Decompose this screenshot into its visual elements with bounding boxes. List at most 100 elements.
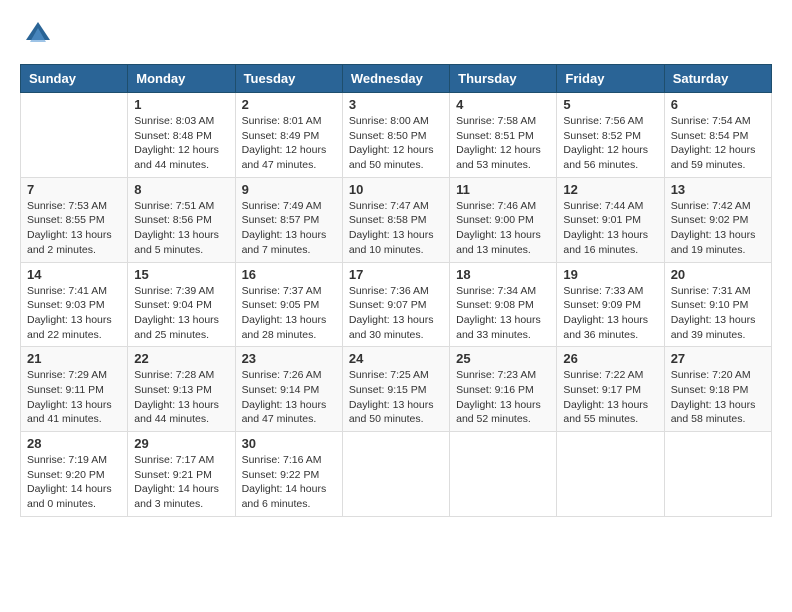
- day-info: Sunrise: 7:34 AMSunset: 9:08 PMDaylight:…: [456, 284, 550, 343]
- calendar-cell: 15 Sunrise: 7:39 AMSunset: 9:04 PMDayligh…: [128, 262, 235, 347]
- day-info: Sunrise: 7:58 AMSunset: 8:51 PMDaylight:…: [456, 114, 550, 173]
- page-header: [20, 20, 772, 48]
- day-number: 15: [134, 267, 228, 282]
- col-monday: Monday: [128, 65, 235, 93]
- day-number: 25: [456, 351, 550, 366]
- day-info: Sunrise: 7:29 AMSunset: 9:11 PMDaylight:…: [27, 368, 121, 427]
- day-number: 7: [27, 182, 121, 197]
- day-info: Sunrise: 7:44 AMSunset: 9:01 PMDaylight:…: [563, 199, 657, 258]
- day-number: 2: [242, 97, 336, 112]
- day-number: 5: [563, 97, 657, 112]
- calendar-cell: 1 Sunrise: 8:03 AMSunset: 8:48 PMDaylight…: [128, 93, 235, 178]
- day-info: Sunrise: 7:53 AMSunset: 8:55 PMDaylight:…: [27, 199, 121, 258]
- day-info: Sunrise: 7:39 AMSunset: 9:04 PMDaylight:…: [134, 284, 228, 343]
- day-number: 17: [349, 267, 443, 282]
- calendar-cell: 21Sunrise: 7:29 AMSunset: 9:11 PMDayligh…: [21, 347, 128, 432]
- day-number: 29: [134, 436, 228, 451]
- calendar-cell: [342, 432, 449, 517]
- day-info: Sunrise: 7:20 AMSunset: 9:18 PMDaylight:…: [671, 368, 765, 427]
- col-thursday: Thursday: [450, 65, 557, 93]
- calendar-cell: 29 Sunrise: 7:17 AMSunset: 9:21 PMDayligh…: [128, 432, 235, 517]
- calendar-cell: 6Sunrise: 7:54 AMSunset: 8:54 PMDaylight…: [664, 93, 771, 178]
- day-number: 3: [349, 97, 443, 112]
- day-info: Sunrise: 7:33 AMSunset: 9:09 PMDaylight:…: [563, 284, 657, 343]
- day-info: Sunrise: 7:25 AMSunset: 9:15 PMDaylight:…: [349, 368, 443, 427]
- calendar-cell: 9 Sunrise: 7:49 AMSunset: 8:57 PMDaylight…: [235, 177, 342, 262]
- day-info: Sunrise: 7:19 AMSunset: 9:20 PMDaylight:…: [27, 453, 121, 512]
- calendar-cell: 22 Sunrise: 7:28 AMSunset: 9:13 PMDayligh…: [128, 347, 235, 432]
- day-info: Sunrise: 7:37 AMSunset: 9:05 PMDaylight:…: [242, 284, 336, 343]
- calendar-body: 1 Sunrise: 8:03 AMSunset: 8:48 PMDaylight…: [21, 93, 772, 517]
- day-info: Sunrise: 7:23 AMSunset: 9:16 PMDaylight:…: [456, 368, 550, 427]
- calendar-cell: [450, 432, 557, 517]
- day-info: Sunrise: 7:16 AMSunset: 9:22 PMDaylight:…: [242, 453, 336, 512]
- day-number: 6: [671, 97, 765, 112]
- day-number: 19: [563, 267, 657, 282]
- day-number: 11: [456, 182, 550, 197]
- calendar-cell: 12 Sunrise: 7:44 AMSunset: 9:01 PMDayligh…: [557, 177, 664, 262]
- day-info: Sunrise: 8:03 AMSunset: 8:48 PMDaylight:…: [134, 114, 228, 173]
- calendar-cell: 16 Sunrise: 7:37 AMSunset: 9:05 PMDayligh…: [235, 262, 342, 347]
- calendar-cell: 11Sunrise: 7:46 AMSunset: 9:00 PMDayligh…: [450, 177, 557, 262]
- day-info: Sunrise: 7:47 AMSunset: 8:58 PMDaylight:…: [349, 199, 443, 258]
- day-number: 30: [242, 436, 336, 451]
- day-info: Sunrise: 7:49 AMSunset: 8:57 PMDaylight:…: [242, 199, 336, 258]
- calendar-cell: 5Sunrise: 7:56 AMSunset: 8:52 PMDaylight…: [557, 93, 664, 178]
- day-info: Sunrise: 7:31 AMSunset: 9:10 PMDaylight:…: [671, 284, 765, 343]
- day-number: 16: [242, 267, 336, 282]
- day-number: 26: [563, 351, 657, 366]
- day-number: 1: [134, 97, 228, 112]
- day-number: 4: [456, 97, 550, 112]
- calendar-cell: 20 Sunrise: 7:31 AMSunset: 9:10 PMDayligh…: [664, 262, 771, 347]
- calendar-cell: 23 Sunrise: 7:26 AMSunset: 9:14 PMDayligh…: [235, 347, 342, 432]
- calendar-cell: 24 Sunrise: 7:25 AMSunset: 9:15 PMDayligh…: [342, 347, 449, 432]
- calendar-week-4: 21Sunrise: 7:29 AMSunset: 9:11 PMDayligh…: [21, 347, 772, 432]
- day-info: Sunrise: 7:26 AMSunset: 9:14 PMDaylight:…: [242, 368, 336, 427]
- day-number: 22: [134, 351, 228, 366]
- col-tuesday: Tuesday: [235, 65, 342, 93]
- header-row: Sunday Monday Tuesday Wednesday Thursday…: [21, 65, 772, 93]
- calendar-cell: 28Sunrise: 7:19 AMSunset: 9:20 PMDayligh…: [21, 432, 128, 517]
- calendar-cell: [21, 93, 128, 178]
- day-number: 13: [671, 182, 765, 197]
- day-info: Sunrise: 7:51 AMSunset: 8:56 PMDaylight:…: [134, 199, 228, 258]
- col-wednesday: Wednesday: [342, 65, 449, 93]
- day-info: Sunrise: 7:28 AMSunset: 9:13 PMDaylight:…: [134, 368, 228, 427]
- calendar-cell: 7 Sunrise: 7:53 AMSunset: 8:55 PMDaylight…: [21, 177, 128, 262]
- day-number: 9: [242, 182, 336, 197]
- calendar-cell: 17 Sunrise: 7:36 AMSunset: 9:07 PMDayligh…: [342, 262, 449, 347]
- day-info: Sunrise: 8:00 AMSunset: 8:50 PMDaylight:…: [349, 114, 443, 173]
- calendar-cell: 18 Sunrise: 7:34 AMSunset: 9:08 PMDayligh…: [450, 262, 557, 347]
- calendar-cell: [664, 432, 771, 517]
- col-friday: Friday: [557, 65, 664, 93]
- day-info: Sunrise: 8:01 AMSunset: 8:49 PMDaylight:…: [242, 114, 336, 173]
- calendar-cell: 27Sunrise: 7:20 AMSunset: 9:18 PMDayligh…: [664, 347, 771, 432]
- calendar-cell: 10 Sunrise: 7:47 AMSunset: 8:58 PMDayligh…: [342, 177, 449, 262]
- day-info: Sunrise: 7:17 AMSunset: 9:21 PMDaylight:…: [134, 453, 228, 512]
- calendar-cell: 4 Sunrise: 7:58 AMSunset: 8:51 PMDaylight…: [450, 93, 557, 178]
- calendar-cell: 26 Sunrise: 7:22 AMSunset: 9:17 PMDayligh…: [557, 347, 664, 432]
- day-info: Sunrise: 7:41 AMSunset: 9:03 PMDaylight:…: [27, 284, 121, 343]
- calendar-cell: 8 Sunrise: 7:51 AMSunset: 8:56 PMDaylight…: [128, 177, 235, 262]
- day-number: 24: [349, 351, 443, 366]
- day-info: Sunrise: 7:22 AMSunset: 9:17 PMDaylight:…: [563, 368, 657, 427]
- calendar-cell: 14 Sunrise: 7:41 AMSunset: 9:03 PMDayligh…: [21, 262, 128, 347]
- day-number: 20: [671, 267, 765, 282]
- col-saturday: Saturday: [664, 65, 771, 93]
- calendar-cell: 30 Sunrise: 7:16 AMSunset: 9:22 PMDayligh…: [235, 432, 342, 517]
- day-number: 10: [349, 182, 443, 197]
- day-number: 18: [456, 267, 550, 282]
- logo: [20, 20, 52, 48]
- day-number: 12: [563, 182, 657, 197]
- day-number: 8: [134, 182, 228, 197]
- day-info: Sunrise: 7:42 AMSunset: 9:02 PMDaylight:…: [671, 199, 765, 258]
- logo-icon: [24, 20, 52, 48]
- day-number: 14: [27, 267, 121, 282]
- calendar-cell: 3 Sunrise: 8:00 AMSunset: 8:50 PMDaylight…: [342, 93, 449, 178]
- calendar-week-1: 1 Sunrise: 8:03 AMSunset: 8:48 PMDaylight…: [21, 93, 772, 178]
- calendar-header: Sunday Monday Tuesday Wednesday Thursday…: [21, 65, 772, 93]
- calendar-cell: [557, 432, 664, 517]
- calendar-table: Sunday Monday Tuesday Wednesday Thursday…: [20, 64, 772, 517]
- day-info: Sunrise: 7:36 AMSunset: 9:07 PMDaylight:…: [349, 284, 443, 343]
- day-number: 23: [242, 351, 336, 366]
